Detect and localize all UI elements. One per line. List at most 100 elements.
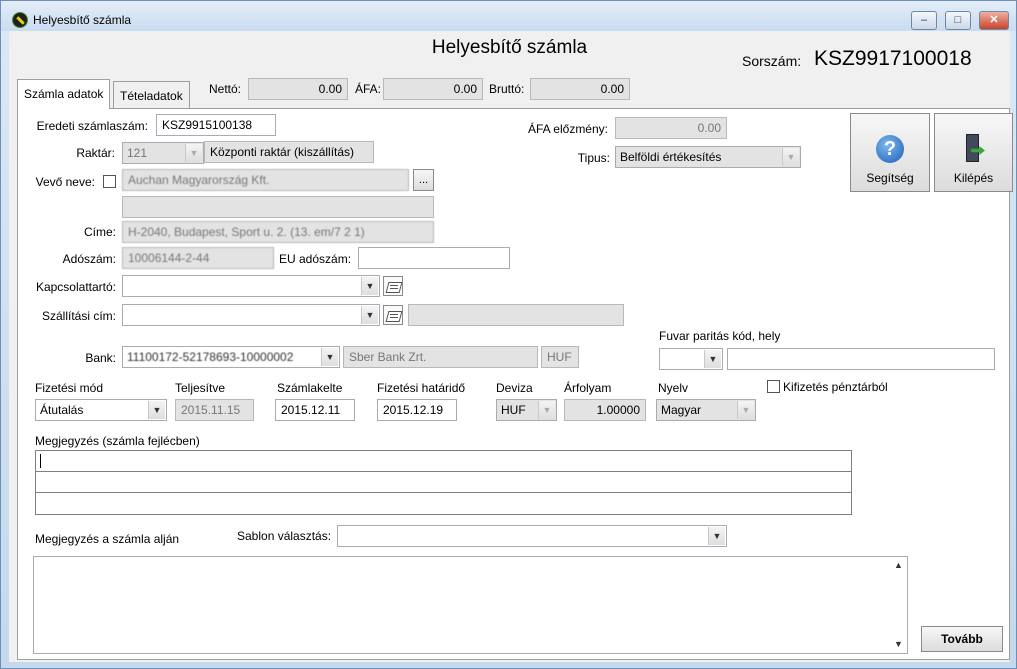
vevo-checkbox[interactable]	[103, 175, 116, 188]
help-button[interactable]: ? Segítség	[850, 113, 930, 192]
grid-row[interactable]	[36, 451, 851, 472]
help-icon: ?	[876, 135, 904, 163]
grid-row[interactable]	[36, 472, 851, 493]
fizmod-label: Fizetési mód	[35, 381, 104, 395]
bank-account-select[interactable]: 11100172-52178693-10000002 ▼	[122, 346, 340, 368]
deviza-select[interactable]: HUF ▼	[496, 399, 557, 421]
eu-adoszam-field[interactable]	[358, 247, 510, 269]
chevron-down-icon: ▼	[782, 148, 799, 166]
window-title: Helyesbítő számla	[33, 13, 132, 27]
kapcsolattarto-select[interactable]: ▼	[122, 275, 380, 297]
nyelv-select[interactable]: Magyar ▼	[656, 399, 756, 421]
fizmod-select[interactable]: Átutalás ▼	[35, 399, 167, 421]
fuvar-place-field[interactable]	[727, 348, 995, 370]
brutto-field: 0.00	[530, 78, 630, 100]
afa-label: ÁFA:	[355, 82, 382, 96]
raktar-select[interactable]: 121 ▼	[122, 142, 204, 164]
title-bar: Helyesbítő számla – □ ✕	[1, 1, 1016, 31]
tipus-select[interactable]: Belföldi értékesítés ▼	[615, 146, 801, 168]
bank-name-field: Sber Bank Zrt.	[343, 346, 538, 368]
vevo-label: Vevő neve:	[35, 175, 95, 189]
cime-field[interactable]: H-2040, Budapest, Sport u. 2. (13. em/7 …	[122, 221, 434, 243]
exit-button-label: Kilépés	[953, 171, 994, 185]
sablon-label: Sablon választás:	[237, 529, 332, 543]
sorszam-label: Sorszám:	[742, 53, 802, 69]
arfolyam-label: Árfolyam	[564, 381, 612, 395]
adoszam-label: Adószám:	[62, 252, 116, 266]
szamlakelte-label: Számlakelte	[277, 381, 343, 395]
eu-adoszam-label: EU adószám:	[279, 252, 352, 266]
arfolyam-field[interactable]: 1.00000	[564, 399, 646, 421]
hatarido-field[interactable]: 2015.12.19	[377, 399, 457, 421]
vevo-line2-field[interactable]	[122, 196, 434, 218]
megjegyzes-aljan-label: Megjegyzés a számla alján	[35, 532, 180, 546]
raktar-label: Raktár:	[76, 146, 115, 160]
bank-label: Bank:	[85, 351, 116, 365]
chevron-down-icon: ▼	[538, 401, 555, 419]
megjegyzes-aljan-textarea[interactable]: ▲ ▼	[33, 556, 908, 654]
bank-account-value: 11100172-52178693-10000002	[127, 350, 294, 364]
nyelv-value: Magyar	[661, 403, 702, 417]
tab-panel: Eredeti számlaszám: KSZ9915100138 Raktár…	[17, 108, 1013, 660]
kifizetes-checkbox[interactable]	[767, 380, 780, 393]
chevron-down-icon: ▼	[704, 350, 721, 368]
afa-elozmeny-field: 0.00	[615, 117, 727, 139]
chevron-down-icon: ▼	[185, 144, 202, 162]
help-button-label: Segítség	[866, 171, 914, 185]
teljesitve-field[interactable]: 2015.11.15	[175, 399, 254, 421]
kifizetes-label: Kifizetés pénztárból	[783, 380, 888, 394]
raktar-value: 121	[127, 146, 148, 160]
close-button[interactable]: ✕	[979, 11, 1009, 30]
eredeti-field[interactable]: KSZ9915100138	[156, 114, 276, 136]
chevron-down-icon: ▼	[321, 348, 338, 366]
szamlakelte-field[interactable]: 2015.12.11	[275, 399, 355, 421]
tab-szamla-adatok[interactable]: Számla adatok	[17, 79, 111, 109]
megjegyzes-fejlec-grid[interactable]	[35, 450, 852, 515]
client-area: Helyesbítő számla Sorszám: KSZ9917100018…	[9, 31, 1013, 662]
teljesitve-label: Teljesítve	[175, 381, 226, 395]
fizmod-value: Átutalás	[40, 403, 84, 417]
afa-elozmeny-label: ÁFA előzmény:	[527, 122, 608, 136]
tipus-label: Tipus:	[577, 151, 610, 165]
scroll-down-icon[interactable]: ▼	[890, 636, 907, 653]
exit-door-icon	[962, 132, 985, 166]
szallitasi-extra-field[interactable]	[408, 304, 624, 326]
text-cursor	[40, 454, 41, 468]
app-icon	[12, 12, 28, 28]
kapcsolattarto-notepad-icon[interactable]	[383, 276, 403, 296]
fuvar-code-select[interactable]: ▼	[659, 348, 723, 370]
exit-button[interactable]: Kilépés	[934, 113, 1013, 192]
minimize-button[interactable]: –	[911, 11, 937, 30]
eredeti-label: Eredeti számlaszám:	[36, 119, 148, 133]
szallitasi-label: Szállítási cím:	[41, 309, 116, 323]
vevo-field[interactable]: Auchan Magyarország Kft.	[122, 169, 409, 191]
chevron-down-icon: ▼	[708, 527, 725, 545]
afa-field: 0.00	[383, 78, 483, 100]
brutto-label: Bruttó:	[489, 82, 525, 96]
deviza-label: Deviza	[496, 381, 533, 395]
vevo-browse-button[interactable]: ...	[413, 169, 434, 191]
tipus-value: Belföldi értékesítés	[620, 150, 722, 164]
szallitasi-notepad-icon[interactable]	[383, 305, 403, 325]
tab-teteladatok[interactable]: Tételadatok	[113, 81, 190, 109]
cime-label: Címe:	[83, 225, 116, 239]
next-button[interactable]: Tovább	[921, 626, 1003, 652]
sablon-select[interactable]: ▼	[337, 525, 727, 547]
vertical-scrollbar[interactable]: ▲ ▼	[890, 557, 907, 653]
kapcsolattarto-label: Kapcsolattartó:	[35, 280, 116, 294]
chevron-down-icon: ▼	[361, 277, 378, 295]
raktar-name: Központi raktár (kiszállítás)	[204, 141, 374, 163]
hatarido-label: Fizetési határidő	[377, 381, 466, 395]
sorszam-value: KSZ9917100018	[814, 47, 972, 70]
fuvar-label: Fuvar paritás kód, hely	[659, 329, 781, 343]
maximize-button[interactable]: □	[945, 11, 971, 30]
bank-currency-field: HUF	[541, 346, 579, 368]
deviza-value: HUF	[501, 403, 526, 417]
szallitasi-select[interactable]: ▼	[122, 304, 380, 326]
scroll-up-icon[interactable]: ▲	[890, 557, 907, 574]
netto-label: Nettó:	[209, 82, 242, 96]
nyelv-label: Nyelv	[658, 381, 689, 395]
chevron-down-icon: ▼	[361, 306, 378, 324]
chevron-down-icon: ▼	[148, 401, 165, 419]
adoszam-field[interactable]: 10006144-2-44	[122, 247, 274, 269]
